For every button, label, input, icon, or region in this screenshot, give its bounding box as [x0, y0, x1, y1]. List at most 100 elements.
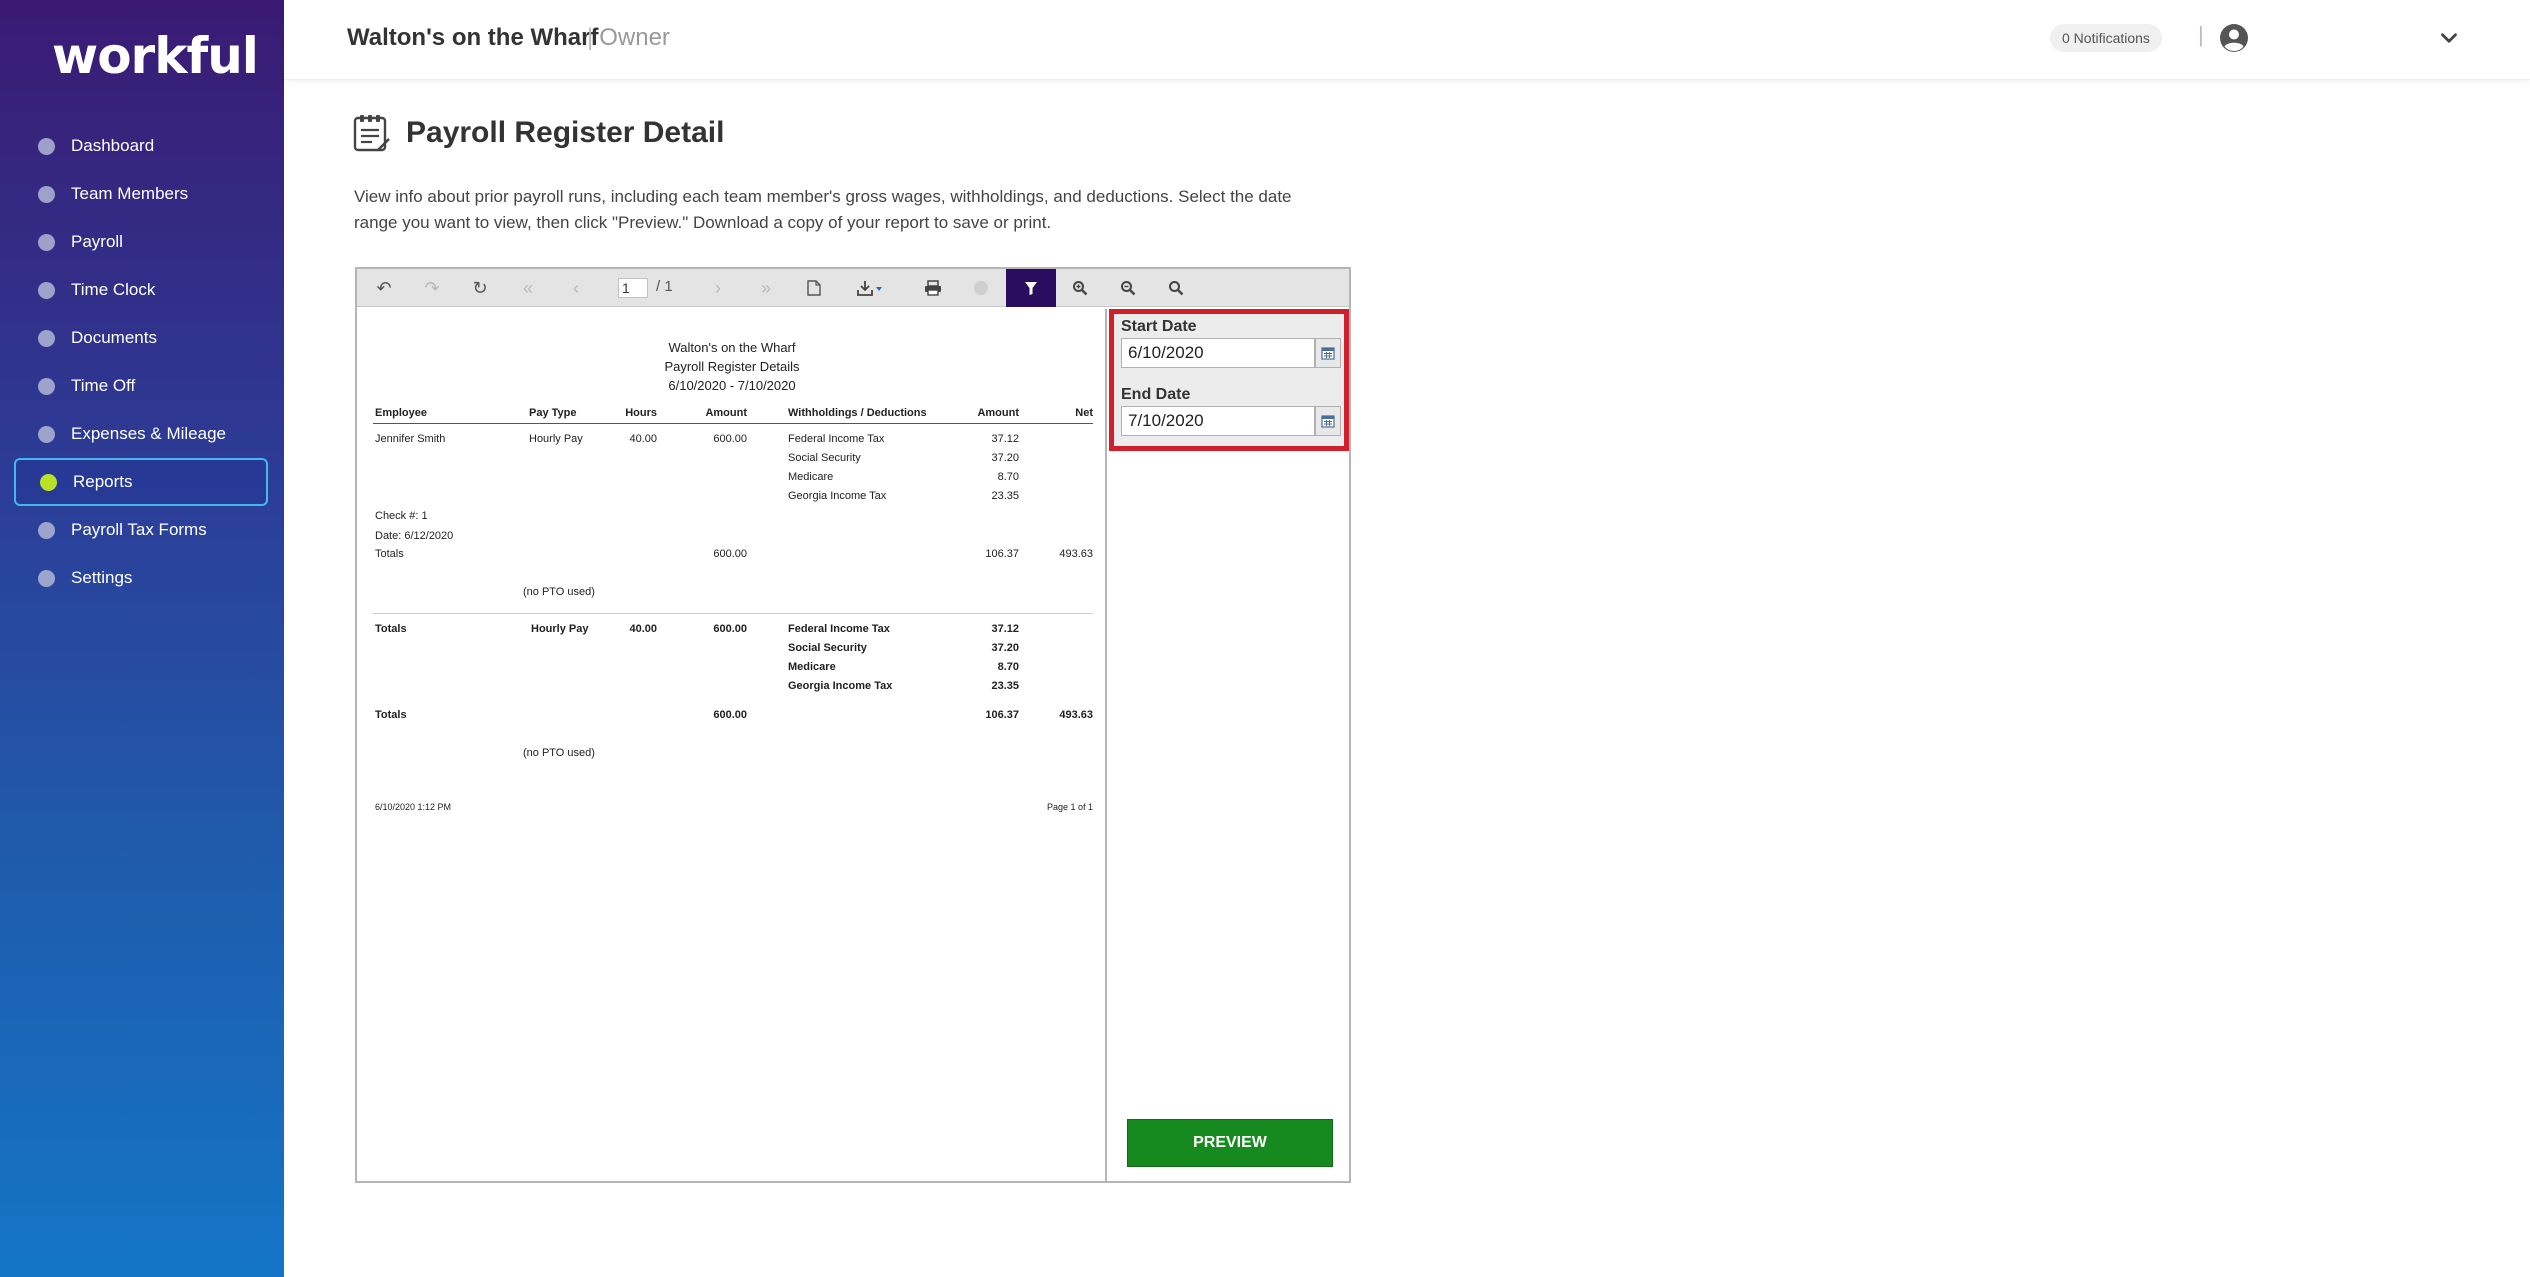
- user-role: | Owner: [587, 24, 670, 52]
- sidebar: workful Dashboard Team Members Payroll T…: [0, 0, 284, 1277]
- employee-name: Jennifer Smith: [375, 433, 446, 445]
- sidebar-item-team-members[interactable]: Team Members: [14, 170, 268, 218]
- col-pay-type: Pay Type: [529, 407, 577, 419]
- employee-hours: 40.00: [629, 433, 657, 445]
- sidebar-item-label: Time Off: [71, 376, 136, 395]
- header-underline: [373, 423, 575, 424]
- search-glyph: [1169, 281, 1184, 296]
- logo-text: workful: [52, 27, 259, 85]
- nav-dot-icon: [38, 377, 55, 395]
- employee-amount: 600.00: [713, 433, 747, 445]
- filter-icon[interactable]: [1006, 269, 1056, 307]
- grand-withholding-name: Federal Income Tax: [788, 623, 890, 635]
- end-date-label: End Date: [1121, 386, 1191, 403]
- top-header: Walton's on the Wharf | Owner 0 Notificat…: [284, 0, 2530, 80]
- next-page-icon[interactable]: ›: [698, 269, 738, 307]
- role-separator: |: [587, 24, 594, 51]
- end-date-input[interactable]: 7/10/2020: [1121, 406, 1315, 436]
- grand-totals-label: Totals: [375, 709, 407, 721]
- report-document-icon: [353, 115, 390, 152]
- col-net: Net: [1075, 407, 1093, 419]
- redo-icon[interactable]: ↷: [412, 269, 452, 307]
- report-company: Walton's on the Wharf: [668, 340, 796, 355]
- export-glyph: [857, 281, 882, 296]
- employee-totals-amount: 600.00: [713, 548, 747, 560]
- employee-totals-net: 493.63: [1059, 548, 1093, 560]
- notifications-badge[interactable]: 0 Notifications: [2050, 24, 2162, 52]
- report-viewer: ↶ ↷ ↻ « ‹ 1 / 1 › » Walton's on the Whar…: [355, 267, 1351, 1183]
- print-icon[interactable]: [913, 269, 953, 307]
- nav-dot-icon: [38, 329, 55, 347]
- start-date-calendar-icon[interactable]: [1315, 338, 1341, 368]
- zoom-out-icon[interactable]: [1108, 269, 1148, 307]
- sidebar-nav: Dashboard Team Members Payroll Time Cloc…: [14, 122, 268, 602]
- nav-dot-icon: [38, 521, 55, 539]
- sidebar-item-time-off[interactable]: Time Off: [14, 362, 268, 410]
- grand-withholding-name: Georgia Income Tax: [788, 680, 893, 692]
- grand-pto: (no PTO used): [523, 747, 595, 759]
- report-page: Walton's on the Wharf Payroll Register D…: [357, 309, 1107, 1181]
- sidebar-item-label: Payroll Tax Forms: [71, 520, 207, 539]
- sidebar-item-expenses-mileage[interactable]: Expenses & Mileage: [14, 410, 268, 458]
- nav-dot-active-icon: [40, 473, 57, 491]
- search-icon[interactable]: [1156, 269, 1196, 307]
- sidebar-item-documents[interactable]: Documents: [14, 314, 268, 362]
- employee-totals-withholding: 106.37: [985, 548, 1019, 560]
- sidebar-item-label: Dashboard: [71, 136, 155, 155]
- sidebar-item-label: Reports: [73, 472, 133, 491]
- page-description: View info about prior payroll runs, incl…: [354, 187, 1292, 232]
- page-number-input[interactable]: 1: [618, 278, 648, 298]
- sidebar-item-payroll[interactable]: Payroll: [14, 218, 268, 266]
- grand-withholding-amount: 37.12: [991, 623, 1019, 635]
- end-date-calendar-icon[interactable]: [1315, 406, 1341, 436]
- sidebar-item-dashboard[interactable]: Dashboard: [14, 122, 268, 170]
- sidebar-item-time-clock[interactable]: Time Clock: [14, 266, 268, 314]
- stop-glyph: [974, 281, 988, 295]
- sidebar-item-label: Settings: [71, 568, 133, 587]
- sidebar-item-payroll-tax-forms[interactable]: Payroll Tax Forms: [14, 506, 268, 554]
- refresh-icon[interactable]: ↻: [460, 269, 500, 307]
- zoom-in-glyph: [1073, 281, 1088, 296]
- report-footer-page: Page 1 of 1: [1046, 802, 1093, 812]
- sidebar-item-label: Team Members: [71, 184, 189, 203]
- calendar-glyph: [1321, 346, 1335, 360]
- withholding-name: Federal Income Tax: [788, 433, 885, 445]
- preview-button[interactable]: PREVIEW: [1127, 1119, 1333, 1167]
- grand-totals-amount: 600.00: [713, 709, 747, 721]
- user-account-icon[interactable]: [2218, 22, 2250, 54]
- sidebar-item-label: Expenses & Mileage: [71, 424, 226, 443]
- withholding-name: Georgia Income Tax: [788, 490, 887, 502]
- grand-withholding-amount: 23.35: [991, 680, 1019, 692]
- print-glyph: [925, 280, 941, 296]
- undo-icon[interactable]: ↶: [364, 269, 404, 307]
- zoom-in-icon[interactable]: [1060, 269, 1100, 307]
- sidebar-item-settings[interactable]: Settings: [14, 554, 268, 602]
- sidebar-item-label: Time Clock: [71, 280, 156, 299]
- last-page-icon[interactable]: »: [746, 269, 786, 307]
- first-page-icon[interactable]: «: [508, 269, 548, 307]
- stop-icon[interactable]: [961, 269, 1001, 307]
- sidebar-item-reports[interactable]: Reports: [14, 458, 268, 506]
- start-date-input[interactable]: 6/10/2020: [1121, 338, 1315, 368]
- document-icon[interactable]: [794, 269, 834, 307]
- document-glyph: [807, 280, 821, 296]
- employee-totals-label: Totals: [375, 548, 404, 560]
- date-range-highlight: Start Date 6/10/2020 End Date 7/10/2020: [1109, 309, 1349, 451]
- withholding-amount: 8.70: [997, 471, 1019, 483]
- export-icon[interactable]: [847, 269, 893, 307]
- withholding-name: Social Security: [788, 452, 861, 464]
- report-parameters-panel: Start Date 6/10/2020 End Date 7/10/2020 …: [1109, 309, 1349, 1181]
- chevron-down-icon[interactable]: [2436, 25, 2462, 51]
- report-name: Payroll Register Details: [664, 359, 800, 374]
- nav-dot-icon: [38, 425, 55, 443]
- calendar-glyph: [1321, 414, 1335, 428]
- grand-hours: 40.00: [629, 623, 657, 635]
- col-hours: Hours: [625, 407, 657, 419]
- grand-withholding-name: Social Security: [788, 642, 867, 654]
- grand-amount: 600.00: [713, 623, 747, 635]
- section-divider: [373, 613, 1093, 614]
- workful-logo[interactable]: workful: [52, 26, 259, 86]
- grand-withholding-name: Medicare: [788, 661, 836, 673]
- grand-totals-net: 493.63: [1059, 709, 1093, 721]
- prev-page-icon[interactable]: ‹: [556, 269, 596, 307]
